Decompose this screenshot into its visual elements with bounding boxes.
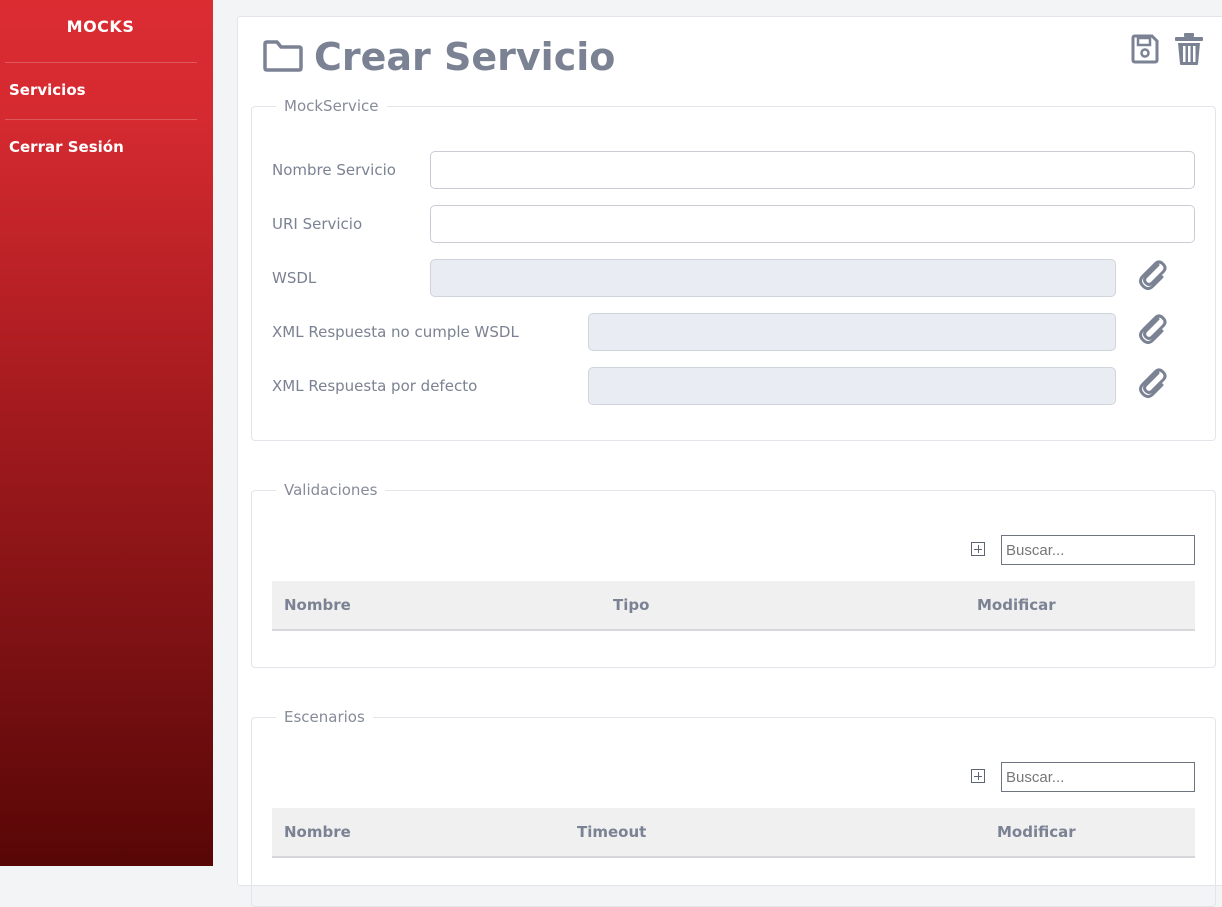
validaciones-fieldset: Validaciones Nombre Tipo Modificar (251, 481, 1216, 668)
save-icon[interactable] (1130, 33, 1160, 65)
column-header-timeout[interactable]: Timeout (577, 823, 646, 841)
wsdl-label: WSDL (272, 269, 317, 287)
validaciones-legend: Validaciones (276, 481, 386, 499)
brand-title: MOCKS (66, 17, 135, 36)
validaciones-search-input[interactable] (1001, 535, 1195, 565)
nombre-servicio-label: Nombre Servicio (272, 161, 396, 179)
uri-servicio-input[interactable] (430, 205, 1195, 243)
column-header-tipo[interactable]: Tipo (613, 596, 649, 614)
folder-icon (263, 40, 303, 72)
add-validacion-icon[interactable] (971, 542, 985, 556)
main-card: Crear Servicio MockService Nombre Servic… (237, 16, 1222, 907)
paperclip-icon[interactable] (1138, 258, 1168, 292)
sidebar-divider (5, 119, 197, 120)
sidebar: MOCKS Servicios Cerrar Sesión (0, 0, 213, 866)
paperclip-icon[interactable] (1138, 366, 1168, 400)
page-title: Crear Servicio (314, 35, 616, 79)
uri-servicio-label: URI Servicio (272, 215, 363, 233)
sidebar-item-cerrar-sesion[interactable]: Cerrar Sesión (9, 138, 124, 156)
column-header-nombre[interactable]: Nombre (284, 823, 351, 841)
escenarios-legend: Escenarios (276, 708, 373, 726)
xml-no-cumple-label: XML Respuesta no cumple WSDL (272, 323, 519, 341)
escenarios-table-header: Nombre Timeout Modificar (272, 808, 1195, 858)
column-header-modificar[interactable]: Modificar (997, 823, 1076, 841)
wsdl-input[interactable] (430, 259, 1116, 297)
trash-icon[interactable] (1174, 32, 1204, 66)
sidebar-item-servicios[interactable]: Servicios (9, 81, 86, 99)
mockservice-legend: MockService (276, 97, 387, 115)
nombre-servicio-input[interactable] (430, 151, 1195, 189)
sidebar-divider (5, 62, 197, 63)
escenarios-search-input[interactable] (1001, 762, 1195, 792)
xml-no-cumple-input[interactable] (588, 313, 1116, 351)
xml-defecto-input[interactable] (588, 367, 1116, 405)
column-header-modificar[interactable]: Modificar (977, 596, 1056, 614)
paperclip-icon[interactable] (1138, 312, 1168, 346)
validaciones-table-header: Nombre Tipo Modificar (272, 581, 1195, 631)
xml-defecto-label: XML Respuesta por defecto (272, 377, 478, 395)
column-header-nombre[interactable]: Nombre (284, 596, 351, 614)
mockservice-fieldset: MockService Nombre Servicio URI Servicio… (251, 97, 1216, 441)
escenarios-fieldset: Escenarios Nombre Timeout Modificar (251, 708, 1216, 907)
add-escenario-icon[interactable] (971, 769, 985, 783)
